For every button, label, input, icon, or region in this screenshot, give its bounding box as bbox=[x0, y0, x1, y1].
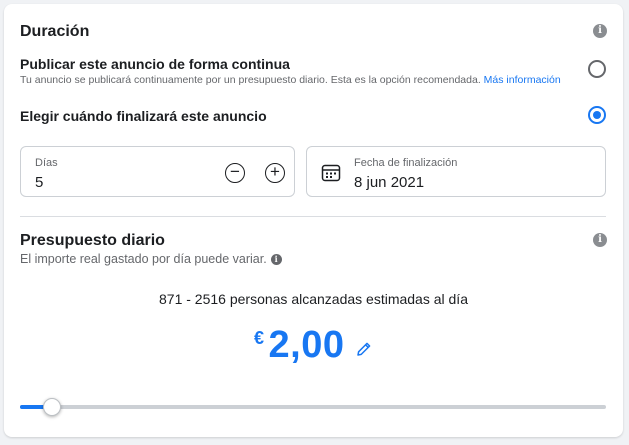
end-date-field[interactable]: Fecha de finalización 8 jun 2021 bbox=[306, 146, 606, 197]
pencil-icon[interactable] bbox=[355, 340, 373, 358]
option-continuous-description-text: Tu anuncio se publicará continuamente po… bbox=[20, 74, 481, 86]
increment-days-button[interactable]: + bbox=[265, 163, 285, 183]
budget-title: Presupuesto diario bbox=[20, 232, 165, 249]
option-end-date-radio[interactable] bbox=[588, 106, 606, 124]
minus-circle-icon: − bbox=[230, 162, 240, 181]
slider-track[interactable] bbox=[20, 405, 606, 409]
budget-amount[interactable]: 2,00 bbox=[269, 324, 345, 366]
budget-subtitle-info-icon[interactable]: i bbox=[270, 254, 282, 266]
duration-title: Duración bbox=[20, 23, 90, 40]
budget-subtitle: El importe real gastado por día puede va… bbox=[20, 252, 282, 266]
budget-slider[interactable] bbox=[20, 398, 606, 416]
budget-subtitle-text: El importe real gastado por día puede va… bbox=[20, 252, 267, 266]
end-date-label: Fecha de finalización bbox=[354, 157, 458, 169]
end-date-value[interactable]: 8 jun 2021 bbox=[354, 174, 424, 191]
section-divider bbox=[20, 216, 606, 217]
option-end-date-label[interactable]: Elegir cuándo finalizará este anuncio bbox=[20, 108, 267, 124]
calendar-icon bbox=[321, 164, 341, 182]
days-field[interactable]: Días 5 − + bbox=[20, 146, 295, 197]
budget-info-icon[interactable]: i bbox=[593, 233, 607, 247]
budget-amount-row: € 2,00 bbox=[4, 324, 623, 367]
currency-symbol: € bbox=[254, 328, 265, 348]
plus-circle-icon: + bbox=[270, 162, 280, 181]
estimated-reach: 871 - 2516 personas alcanzadas estimadas… bbox=[159, 291, 468, 307]
option-continuous-label[interactable]: Publicar este anuncio de forma continua bbox=[20, 56, 290, 72]
more-info-link[interactable]: Más información bbox=[484, 74, 561, 86]
decrement-days-button[interactable]: − bbox=[225, 163, 245, 183]
days-label: Días bbox=[35, 157, 58, 169]
days-value[interactable]: 5 bbox=[35, 174, 43, 191]
option-continuous-description: Tu anuncio se publicará continuamente po… bbox=[20, 74, 561, 86]
campaign-settings-card: Duración i Publicar este anuncio de form… bbox=[4, 4, 623, 437]
duration-info-icon[interactable]: i bbox=[593, 24, 607, 38]
slider-thumb[interactable] bbox=[43, 398, 62, 416]
option-continuous-radio[interactable] bbox=[588, 60, 606, 78]
